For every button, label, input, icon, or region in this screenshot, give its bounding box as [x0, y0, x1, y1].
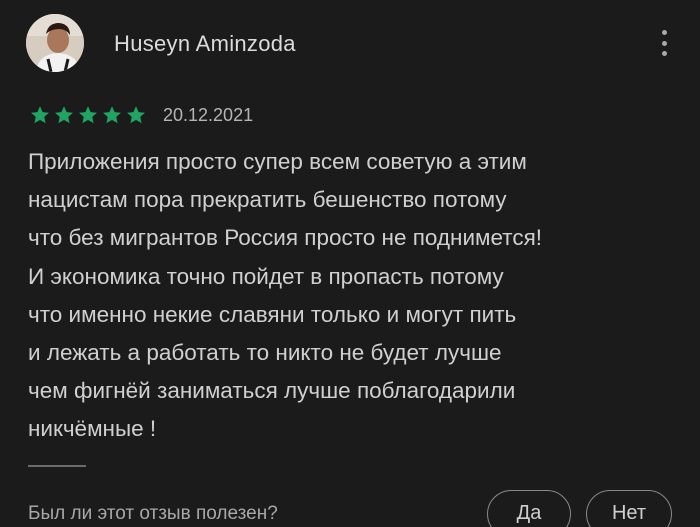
review-text: Приложения просто супер всем советую а э…: [28, 143, 678, 449]
review-text-line: что без мигрантов Россия просто не подни…: [28, 225, 543, 251]
rating-row: 20.12.2021: [29, 103, 253, 127]
avatar-image: [26, 14, 84, 72]
avatar[interactable]: [26, 14, 84, 72]
more-dot: [661, 30, 667, 35]
star-icon: [55, 106, 73, 124]
divider: [28, 465, 86, 467]
review-text-line: нацистам пора прекратить бешенство потом…: [28, 187, 507, 213]
review-text-line: чем фигнёй заниматься лучше поблагодарил…: [28, 378, 516, 404]
review-text-line: что именно некие славяни только и могут …: [28, 301, 517, 327]
yes-button[interactable]: Да: [487, 490, 571, 527]
more-dot: [661, 40, 667, 46]
star-icon: [31, 106, 49, 124]
star-rating: [29, 104, 147, 126]
more-dot: [661, 51, 667, 56]
no-button-label: Нет: [611, 502, 647, 524]
star-icon: [127, 106, 145, 124]
review-card: Huseyn Aminzoda 20.12.2021 Приложения пр…: [0, 0, 700, 527]
author-name: Huseyn Aminzoda: [114, 31, 296, 56]
review-text-line: и лежать а работать то никто не будет лу…: [28, 340, 502, 366]
helpful-question: Был ли этот отзыв полезен?: [28, 503, 278, 524]
star-icon: [103, 106, 121, 124]
review-header: Huseyn Aminzoda: [26, 14, 676, 74]
yes-button-label: Да: [516, 502, 542, 524]
review-date: 20.12.2021: [163, 104, 254, 125]
star-icon: [79, 106, 97, 124]
more-options-icon[interactable]: [652, 28, 676, 58]
review-text-line: Приложения просто супер всем советую а э…: [28, 149, 527, 174]
no-button[interactable]: Нет: [586, 490, 672, 527]
review-text-line: никчёмные !: [28, 416, 157, 442]
review-text-line: И экономика точно пойдет в пропасть пото…: [28, 263, 504, 289]
